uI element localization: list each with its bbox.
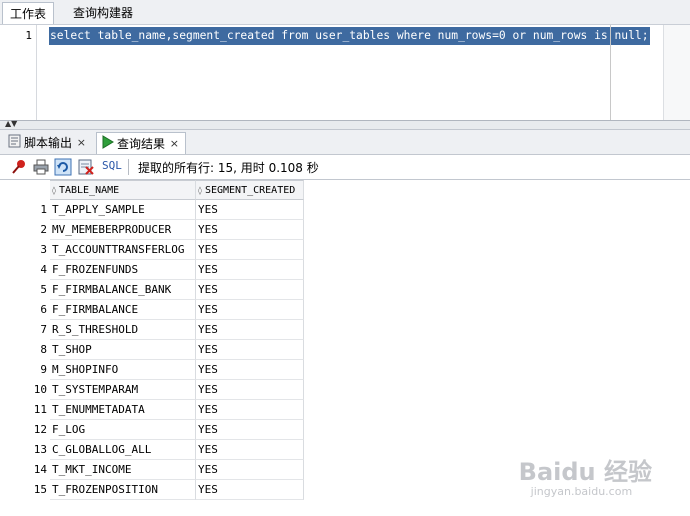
- cell-table-name[interactable]: M_SHOPINFO: [50, 360, 196, 380]
- row-number: 7: [40, 323, 47, 336]
- cell-segment-created[interactable]: YES: [196, 260, 304, 280]
- tab-query-result-label: 查询结果: [117, 137, 166, 151]
- cell-segment-created[interactable]: YES: [196, 320, 304, 340]
- sql-statement[interactable]: select table_name,segment_created from u…: [49, 27, 650, 45]
- row-number: 1: [40, 203, 47, 216]
- cell-table-name[interactable]: F_FROZENFUNDS: [50, 260, 196, 280]
- editor-scroll-area[interactable]: [663, 25, 690, 120]
- row-number: 2: [40, 223, 47, 236]
- cell-table-name[interactable]: T_ACCOUNTTRANSFERLOG: [50, 240, 196, 260]
- row-number: 6: [40, 303, 47, 316]
- cell-segment-created[interactable]: YES: [196, 280, 304, 300]
- cell-table-name[interactable]: MV_MEMEBERPRODUCER: [50, 220, 196, 240]
- cell-segment-created[interactable]: YES: [196, 220, 304, 240]
- tab-query-result[interactable]: 查询结果 ×: [96, 132, 186, 154]
- output-tab-strip: 脚本输出 × 查询结果 ×: [0, 130, 690, 155]
- cell-table-name[interactable]: T_SHOP: [50, 340, 196, 360]
- cell-segment-created[interactable]: YES: [196, 440, 304, 460]
- clear-icon[interactable]: [77, 158, 95, 176]
- row-number: 11: [33, 403, 47, 416]
- row-number: 15: [33, 483, 47, 496]
- sql-editor[interactable]: 1 select table_name,segment_created from…: [0, 25, 690, 121]
- editor-tab-strip: 工作表 查询构建器: [0, 0, 690, 25]
- cell-table-name[interactable]: F_FIRMBALANCE_BANK: [50, 280, 196, 300]
- cell-segment-created[interactable]: YES: [196, 400, 304, 420]
- tab-worksheet[interactable]: 工作表: [2, 2, 55, 24]
- cell-table-name[interactable]: T_APPLY_SAMPLE: [50, 200, 196, 220]
- row-number: 12: [33, 423, 47, 436]
- fetch-status-text: 提取的所有行: 15, 用时 0.108 秒: [138, 161, 319, 175]
- sort-icon[interactable]: ◊: [198, 186, 202, 195]
- sql-button[interactable]: SQL: [102, 159, 122, 172]
- row-number: 14: [33, 463, 47, 476]
- row-number: 3: [40, 243, 47, 256]
- cell-table-name[interactable]: R_S_THRESHOLD: [50, 320, 196, 340]
- row-number: 9: [40, 363, 47, 376]
- tab-query-builder[interactable]: 查询构建器: [66, 2, 140, 24]
- sort-icon[interactable]: ◊: [52, 186, 56, 195]
- row-number-header: [4, 180, 50, 200]
- cell-table-name[interactable]: T_MKT_INCOME: [50, 460, 196, 480]
- refresh-icon[interactable]: [54, 158, 72, 176]
- column-header-segment-created[interactable]: ◊ SEGMENT_CREATED: [196, 180, 304, 200]
- row-number: 4: [40, 263, 47, 276]
- panel-splitter[interactable]: ▲▼: [0, 119, 690, 130]
- toolbar-separator: [128, 159, 129, 175]
- cell-segment-created[interactable]: YES: [196, 380, 304, 400]
- watermark-logo: Baidu 经验 jingyan.baidu.com: [519, 452, 652, 498]
- line-number-gutter: 1: [0, 25, 37, 120]
- split-arrows-icon[interactable]: ▲▼: [5, 119, 17, 129]
- row-number: 10: [33, 383, 47, 396]
- result-toolbar: SQL 提取的所有行: 15, 用时 0.108 秒: [0, 155, 690, 180]
- print-icon[interactable]: [32, 158, 50, 176]
- cell-segment-created[interactable]: YES: [196, 200, 304, 220]
- close-icon[interactable]: ×: [77, 132, 86, 154]
- play-icon: [101, 134, 114, 156]
- cell-segment-created[interactable]: YES: [196, 300, 304, 320]
- script-output-icon: [8, 133, 21, 155]
- line-number: 1: [25, 29, 32, 42]
- cell-segment-created[interactable]: YES: [196, 340, 304, 360]
- cell-table-name[interactable]: T_SYSTEMPARAM: [50, 380, 196, 400]
- tab-script-output-label: 脚本输出: [24, 136, 73, 150]
- column-header-table-name[interactable]: ◊ TABLE_NAME: [50, 180, 196, 200]
- row-number: 5: [40, 283, 47, 296]
- close-icon[interactable]: ×: [170, 133, 179, 155]
- cell-segment-created[interactable]: YES: [196, 420, 304, 440]
- cell-table-name[interactable]: T_ENUMMETADATA: [50, 400, 196, 420]
- tab-script-output[interactable]: 脚本输出 ×: [4, 132, 92, 154]
- watermark-main: Baidu 经验: [518, 458, 652, 486]
- cell-table-name[interactable]: F_LOG: [50, 420, 196, 440]
- cell-segment-created[interactable]: YES: [196, 460, 304, 480]
- cell-segment-created[interactable]: YES: [196, 480, 304, 500]
- pin-icon[interactable]: [10, 158, 28, 176]
- row-number: 8: [40, 343, 47, 356]
- row-number: 13: [33, 443, 47, 456]
- cell-segment-created[interactable]: YES: [196, 240, 304, 260]
- cell-table-name[interactable]: F_FIRMBALANCE: [50, 300, 196, 320]
- cell-table-name[interactable]: C_GLOBALLOG_ALL: [50, 440, 196, 460]
- right-margin-line: [610, 25, 611, 120]
- cell-segment-created[interactable]: YES: [196, 360, 304, 380]
- cell-table-name[interactable]: T_FROZENPOSITION: [50, 480, 196, 500]
